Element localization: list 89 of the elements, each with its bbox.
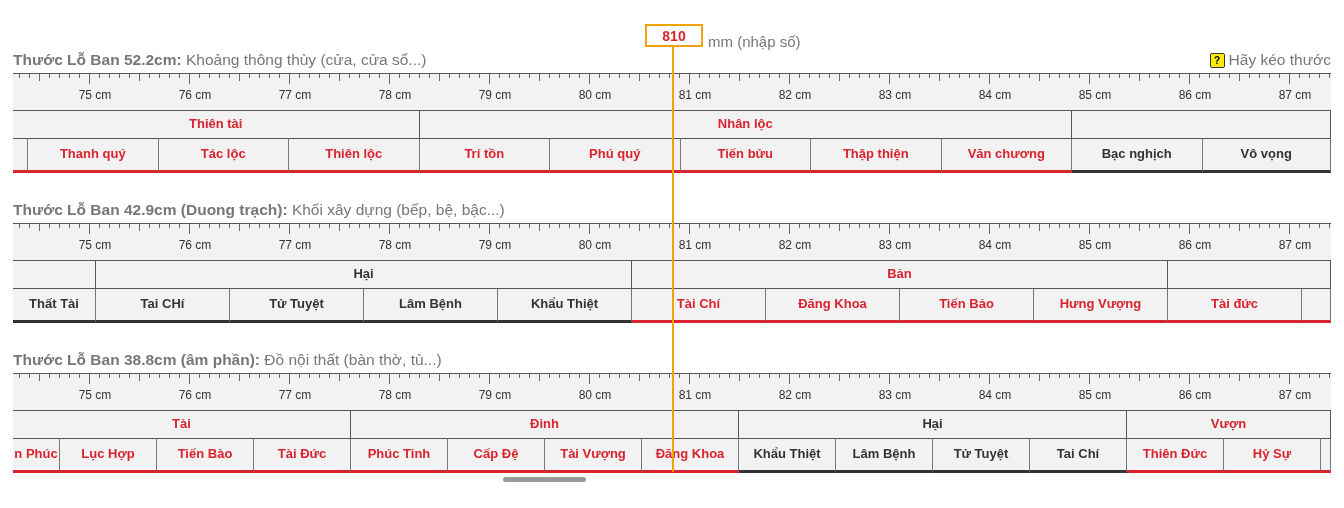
ruler-cell: Lâm Bệnh [836,438,933,473]
scale-label: 84 cm [977,88,1013,102]
ruler-cell: Thanh quý [28,138,159,173]
ruler-title: Thước Lỗ Ban 52.2cm: Khoảng thông thủy (cửa, cửa sổ...) [13,51,427,69]
ruler-cell: Tài đức [1168,288,1302,323]
ruler-cell: n Phúc [13,438,60,473]
ruler-cell: Lâm Bệnh [364,288,498,323]
ruler-cell: Khẩu Thiệt [498,288,632,323]
ruler-cell: Thất Tài [13,288,96,323]
hint-text: Hãy kéo thước [1228,51,1331,69]
scale-label: 81 cm [677,238,713,252]
cursor-line[interactable] [672,47,674,472]
ruler-cell: Tài Chí [632,288,766,323]
scale-label: 86 cm [1177,88,1213,102]
scale-label: 76 cm [177,388,213,402]
group-label: Thiên tài [13,110,420,138]
scale-label: 75 cm [77,238,113,252]
ruler-cell: Tử Tuyệt [933,438,1030,473]
scale-label: 79 cm [477,88,513,102]
ruler-cell: Tác lộc [158,138,289,173]
ruler-cell: Văn chương [941,138,1072,173]
scale-label: 77 cm [277,238,313,252]
scale-label: 81 cm [677,388,713,402]
ruler-title: Thước Lỗ Ban 38.8cm (âm phần): Đồ nội thất (bàn thờ, tủ...) [13,351,442,369]
scale-label: 83 cm [877,88,913,102]
group-label: Đinh [351,410,739,438]
scale-label: 80 cm [577,88,613,102]
ruler-cell: Hưng Vượng [1034,288,1168,323]
scale-label: 75 cm [77,388,113,402]
ruler-cell: Vô vọng [1202,138,1331,173]
scale-label: 87 cm [1277,388,1313,402]
scale-label: 80 cm [577,388,613,402]
scale-label: 82 cm [777,238,813,252]
ruler-title: Thước Lỗ Ban 42.9cm (Duong trạch): Khối xây dựng (bếp, bệ, bậc...) [13,201,505,219]
scale-label: 81 cm [677,88,713,102]
scale-label: 78 cm [377,88,413,102]
ruler-cell: Trí tồn [419,138,550,173]
group-label: Nhân lộc [419,110,1072,138]
scale-label: 85 cm [1077,88,1113,102]
scale-label: 78 cm [377,388,413,402]
scale-label: 79 cm [477,388,513,402]
scale-label: 76 cm [177,88,213,102]
unit-label: mm (nhập số) [708,33,801,50]
scale-label: 77 cm [277,88,313,102]
ruler-cell: Tiến Bào [157,438,254,473]
ruler-cell: Thiên Đức [1127,438,1224,473]
scale-label: 84 cm [977,238,1013,252]
scale-label: 85 cm [1077,238,1113,252]
ruler-cell: Tài Vượng [545,438,642,473]
ruler-cell: Phúc Tinh [351,438,448,473]
ruler-cell: Tiến Bảo [900,288,1034,323]
scale-label: 84 cm [977,388,1013,402]
group-label: Hại [96,260,632,288]
ruler-cell: Cấp Đệ [448,438,545,473]
scale-label: 77 cm [277,388,313,402]
ruler-cell: Tử Tuyệt [230,288,364,323]
ruler-cell: Khẩu Thiệt [739,438,836,473]
input-field[interactable]: 810 [645,24,703,47]
ruler-cell: Thập thiện [811,138,942,173]
group-label: Tài [13,410,351,438]
scale-label: 80 cm [577,238,613,252]
ruler-cell: Tài Đức [254,438,351,473]
ruler-cell: Lục Hợp [60,438,157,473]
scale-label: 78 cm [377,238,413,252]
scale-label: 82 cm [777,388,813,402]
scale-label: 87 cm [1277,88,1313,102]
scale-label: 75 cm [77,88,113,102]
scale-label: 82 cm [777,88,813,102]
scale-label: 79 cm [477,238,513,252]
scale-label: 83 cm [877,388,913,402]
scale-label: 83 cm [877,238,913,252]
help-icon: ? [1209,52,1225,68]
ruler-cell: Bạc nghịch [1072,138,1203,173]
ruler-cell: Hỷ Sự [1224,438,1321,473]
ruler-cell: Tai CHí [96,288,230,323]
group-label: Vượn [1127,410,1331,438]
group-label: Bản [632,260,1168,288]
scale-label: 86 cm [1177,388,1213,402]
scale-label: 87 cm [1277,238,1313,252]
scale-label: 86 cm [1177,238,1213,252]
ruler-cell: Tiến bửu [680,138,811,173]
scrollbar-thumb[interactable] [503,477,586,482]
scale-label: 76 cm [177,238,213,252]
ruler-cell: Phú quý [550,138,681,173]
scale-label: 85 cm [1077,388,1113,402]
ruler-cell: Tai Chí [1030,438,1127,473]
ruler-cell: Thiên lộc [289,138,420,173]
ruler-cell: Đăng Khoa [766,288,900,323]
group-label: Hại [739,410,1127,438]
